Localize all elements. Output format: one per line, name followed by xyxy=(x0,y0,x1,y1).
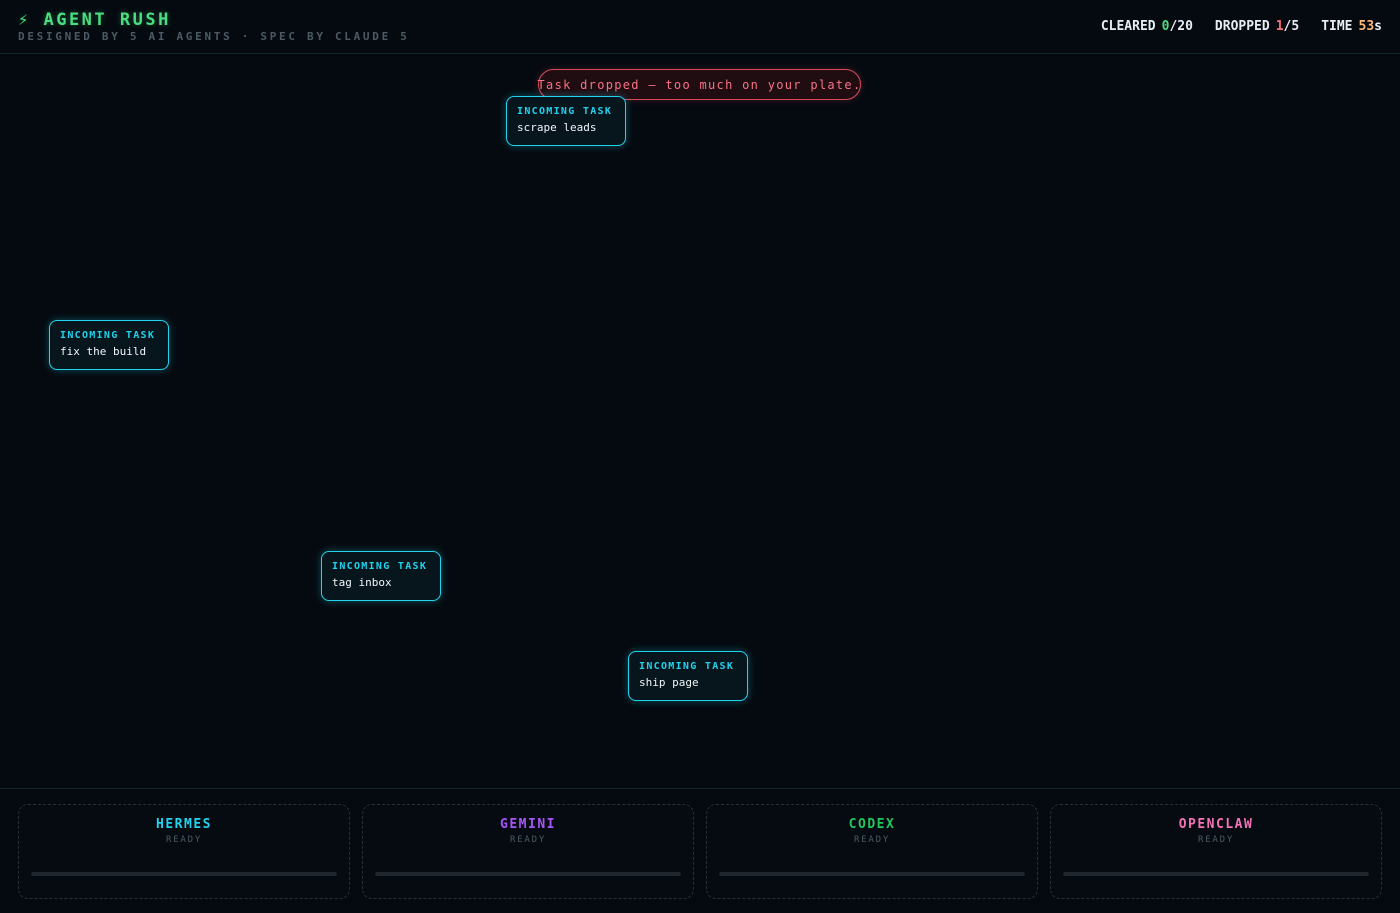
time-stat: TIME 53s xyxy=(1321,19,1382,34)
cleared-stat: CLEARED 0/20 xyxy=(1101,19,1193,34)
agent-name: CODEX xyxy=(848,817,896,832)
cleared-label: CLEARED xyxy=(1100,19,1156,34)
dropped-total: /5 xyxy=(1283,19,1300,34)
task-label: INCOMING TASK xyxy=(60,330,156,341)
agent-status: READY xyxy=(1197,835,1235,845)
game-subtitle: DESIGNED BY 5 AI AGENTS · SPEC BY CLAUDE… xyxy=(18,30,410,43)
agent-status: READY xyxy=(165,835,203,845)
task-label: INCOMING TASK xyxy=(332,561,428,572)
task-card[interactable]: INCOMING TASK scrape leads xyxy=(506,96,626,146)
cleared-total: /20 xyxy=(1169,19,1193,34)
agent-slot-gemini[interactable]: GEMINI READY xyxy=(362,804,694,899)
time-unit: s xyxy=(1374,19,1382,34)
agent-status: READY xyxy=(853,835,891,845)
task-card[interactable]: INCOMING TASK fix the build xyxy=(49,320,169,370)
agent-name: HERMES xyxy=(156,817,212,832)
agent-status: READY xyxy=(509,835,547,845)
agent-dock: HERMES READY GEMINI READY CODEX READY OP… xyxy=(0,788,1400,913)
agent-slot-codex[interactable]: CODEX READY xyxy=(706,804,1038,899)
agent-slot-hermes[interactable]: HERMES READY xyxy=(18,804,350,899)
task-label: INCOMING TASK xyxy=(517,106,613,117)
time-label: TIME xyxy=(1321,19,1353,34)
agent-progress-bar xyxy=(1063,872,1369,876)
task-name: tag inbox xyxy=(332,576,392,589)
dropped-stat: DROPPED 1/5 xyxy=(1215,19,1299,34)
agent-name: OPENCLAW xyxy=(1178,817,1254,832)
agent-name: GEMINI xyxy=(500,817,556,832)
stats-bar: CLEARED 0/20 DROPPED 1/5 TIME 53s xyxy=(1101,19,1382,34)
task-label: INCOMING TASK xyxy=(639,661,735,672)
dropped-value: 1 xyxy=(1275,19,1284,34)
agent-slot-openclaw[interactable]: OPENCLAW READY xyxy=(1050,804,1382,899)
header: ⚡ AGENT RUSH DESIGNED BY 5 AI AGENTS · S… xyxy=(0,0,1400,54)
task-name: fix the build xyxy=(60,345,147,358)
agent-progress-bar xyxy=(375,872,681,876)
dropped-label: DROPPED xyxy=(1214,19,1270,34)
task-card[interactable]: INCOMING TASK ship page xyxy=(628,651,748,701)
time-value: 53 xyxy=(1358,19,1375,34)
task-name: scrape leads xyxy=(517,121,597,134)
task-name: ship page xyxy=(639,676,699,689)
game-title: ⚡ AGENT RUSH xyxy=(18,10,171,30)
agent-progress-bar xyxy=(31,872,337,876)
task-card[interactable]: INCOMING TASK tag inbox xyxy=(321,551,441,601)
agent-progress-bar xyxy=(719,872,1025,876)
